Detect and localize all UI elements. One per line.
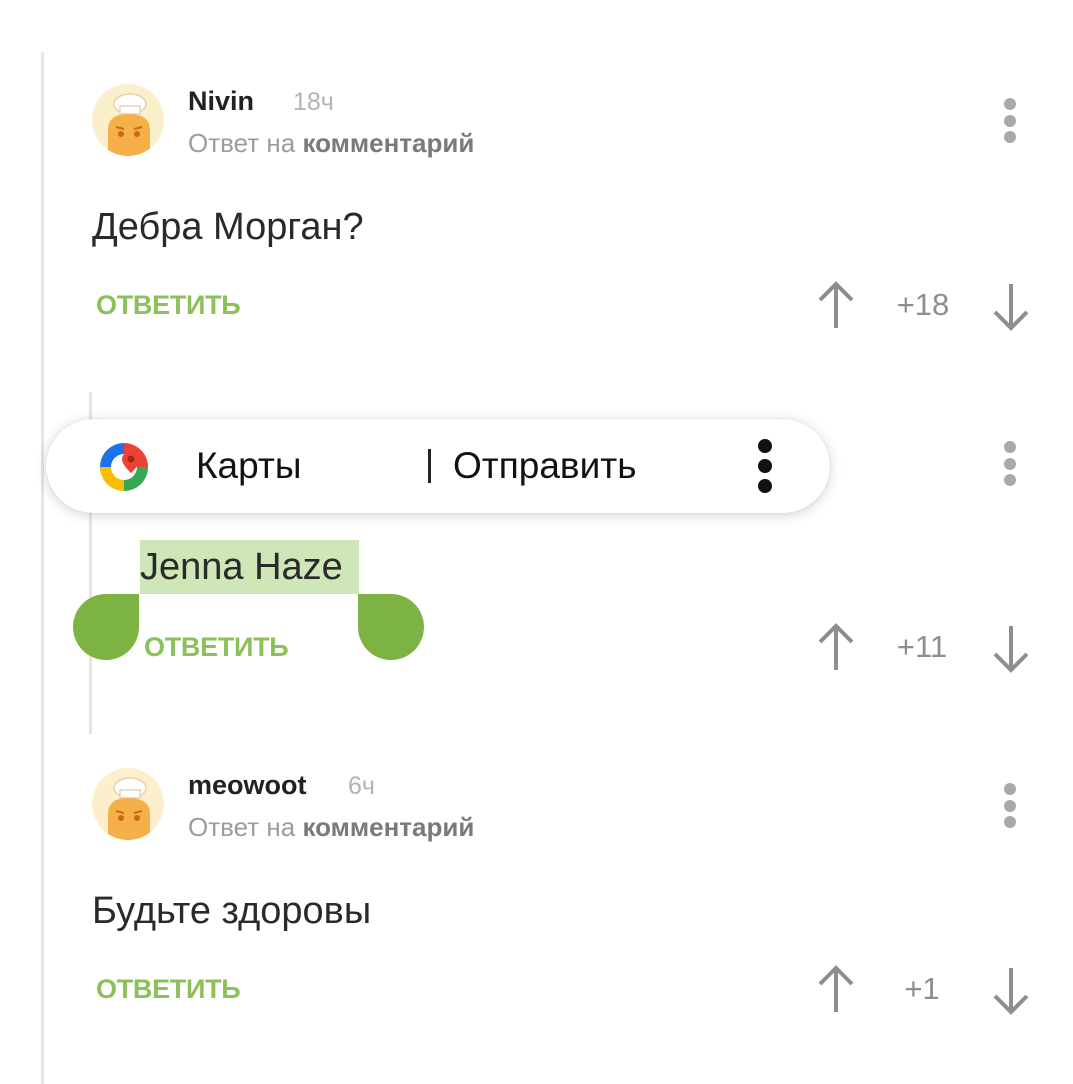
downvote-arrow-icon[interactable] [989, 280, 1033, 332]
text-selection-toolbar: Карты Отправить [46, 419, 830, 513]
upvote-arrow-icon[interactable] [814, 622, 858, 674]
comment-text: Дебра Морган? [92, 206, 364, 248]
toolbar-divider [428, 449, 431, 483]
reply-to-line: Ответ на комментарий [188, 128, 474, 159]
maps-action[interactable]: Карты [196, 445, 301, 487]
author-name[interactable]: Nivin [188, 86, 254, 117]
share-action[interactable]: Отправить [453, 445, 636, 487]
vote-score: +18 [896, 287, 950, 322]
avatar[interactable] [92, 768, 164, 840]
comment-time: 6ч [348, 772, 375, 800]
reply-target-link[interactable]: комментарий [302, 128, 474, 158]
chef-avatar-icon [108, 93, 150, 156]
vote-score: +11 [896, 629, 948, 664]
vote-score: +1 [904, 971, 940, 1006]
comment-menu-button[interactable] [995, 98, 1025, 148]
downvote-arrow-icon[interactable] [989, 964, 1033, 1016]
avatar[interactable] [92, 84, 164, 156]
selection-handle-end[interactable] [358, 594, 424, 660]
comment-text: Будьте здоровы [92, 890, 372, 932]
author-name[interactable]: meowoot [188, 770, 307, 801]
reply-button[interactable]: ОТВЕТИТЬ [144, 632, 289, 663]
reply-prefix: Ответ на [188, 128, 296, 158]
reply-target-link[interactable]: комментарий [302, 812, 474, 842]
more-vertical-icon[interactable] [752, 439, 778, 493]
upvote-arrow-icon[interactable] [814, 280, 858, 332]
reply-prefix: Ответ на [188, 812, 296, 842]
comment-time: 18ч [293, 88, 334, 116]
selection-handle-start[interactable] [73, 594, 139, 660]
thread-line-outer [41, 52, 44, 1084]
comment-menu-button[interactable] [995, 441, 1025, 491]
upvote-arrow-icon[interactable] [814, 964, 858, 1016]
chef-avatar-icon [108, 777, 150, 840]
reply-to-line: Ответ на комментарий [188, 812, 474, 843]
google-maps-icon[interactable] [96, 439, 152, 495]
comment-menu-button[interactable] [995, 783, 1025, 833]
reply-button[interactable]: ОТВЕТИТЬ [96, 290, 241, 321]
downvote-arrow-icon[interactable] [989, 622, 1033, 674]
comment-text[interactable]: Jenna Haze [140, 546, 343, 589]
reply-button[interactable]: ОТВЕТИТЬ [96, 974, 241, 1005]
